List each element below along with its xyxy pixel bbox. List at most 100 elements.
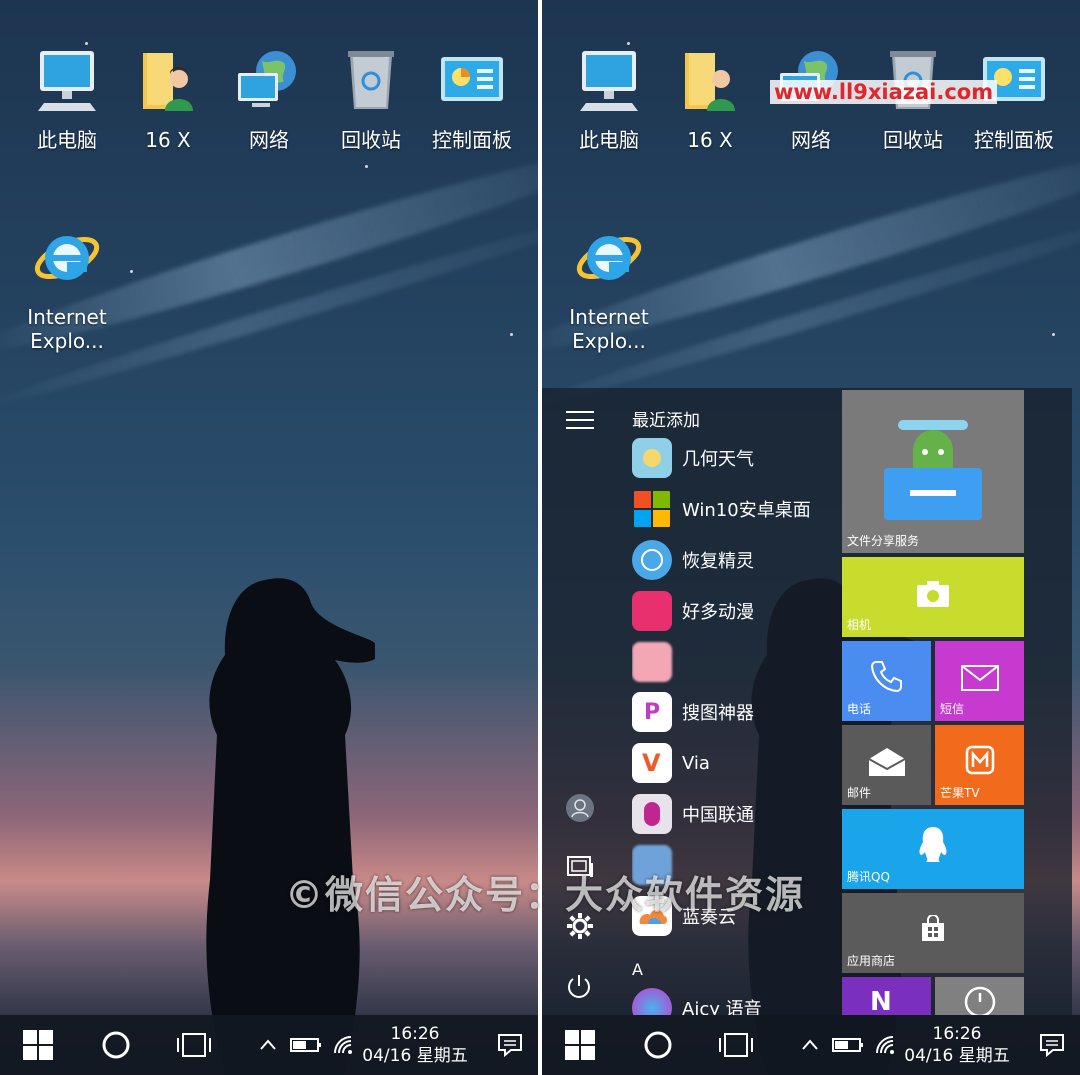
weather-app-icon xyxy=(632,438,672,478)
app-item-image-search[interactable]: P 搜图神器 xyxy=(632,690,754,734)
app-item-haoduo-anime[interactable]: 好多动漫 xyxy=(632,589,754,633)
tile-label: 应用商店 xyxy=(847,954,896,968)
desktop-icon-label: 控制面板 xyxy=(974,128,1054,152)
desktop-icon-internet-explorer[interactable]: Internet Explo... xyxy=(17,222,117,353)
via-browser-icon: V xyxy=(632,743,672,783)
desktop-icon-user-folder[interactable]: 16 X xyxy=(118,45,218,152)
desktop-icon-internet-explorer[interactable]: Internet Explo... xyxy=(559,222,659,353)
camera-icon xyxy=(917,581,949,607)
cortana-button[interactable] xyxy=(636,1015,680,1075)
action-center-button[interactable] xyxy=(490,1015,530,1075)
star xyxy=(510,333,513,336)
task-view-button[interactable] xyxy=(172,1015,216,1075)
taskbar: 16:26 04/16 星期五 xyxy=(542,1015,1080,1075)
app-item-label: 好多动漫 xyxy=(682,602,754,623)
windows-logo-icon xyxy=(23,1030,53,1060)
tile-file-share[interactable]: 文件分享服务 xyxy=(842,390,1024,553)
chevron-up-icon xyxy=(260,1039,276,1050)
hamburger-icon xyxy=(566,411,594,429)
hamburger-menu-button[interactable] xyxy=(566,410,594,434)
desktop-icon-label: 回收站 xyxy=(883,128,943,152)
app-item-blurred[interactable] xyxy=(632,640,682,684)
desktop-icon-label: 16 X xyxy=(145,128,191,152)
wifi-indicator[interactable] xyxy=(872,1015,898,1075)
user-folder-icon xyxy=(143,53,193,111)
battery-icon xyxy=(832,1038,863,1052)
phone-icon xyxy=(870,661,902,693)
tile-onenote[interactable]: N xyxy=(842,977,931,1015)
desktop-icon-recycle-bin[interactable]: 回收站 xyxy=(321,45,421,152)
wifi-icon xyxy=(876,1036,894,1054)
task-view-icon xyxy=(177,1033,211,1057)
envelope-icon xyxy=(961,665,999,691)
app-item-recovery[interactable]: 恢复精灵 xyxy=(632,538,754,582)
taskbar-clock[interactable]: 16:26 04/16 星期五 xyxy=(902,1023,1012,1067)
start-app-list: 最近添加 几何天气 Win10安卓桌面 恢复精灵 好多动漫 P 搜图神器 V V… xyxy=(632,388,837,1015)
tile-qq[interactable]: 腾讯QQ xyxy=(842,809,1024,889)
network-icon xyxy=(238,51,296,107)
recycle-bin-icon xyxy=(348,51,394,109)
app-item-label: Aicy 语音 xyxy=(682,999,762,1015)
tile-label: 电话 xyxy=(847,702,872,716)
tile-app-store[interactable]: 应用商店 xyxy=(842,893,1024,973)
start-button[interactable] xyxy=(16,1015,60,1075)
tray-expand-button[interactable] xyxy=(798,1015,822,1075)
girl-silhouette xyxy=(206,578,375,1075)
tile-camera[interactable]: 相机 xyxy=(842,557,1024,637)
battery-indicator[interactable] xyxy=(830,1015,866,1075)
app-item-label: 恢复精灵 xyxy=(682,551,754,572)
battery-indicator[interactable] xyxy=(288,1015,324,1075)
taskbar-clock[interactable]: 16:26 04/16 星期五 xyxy=(360,1023,470,1067)
section-header-a: A xyxy=(632,960,643,979)
star xyxy=(365,165,368,168)
desktop-icon-this-pc[interactable]: 此电脑 xyxy=(559,45,659,152)
wifi-icon xyxy=(334,1036,352,1054)
task-view-icon xyxy=(719,1033,753,1057)
app-item-win10-launcher[interactable]: Win10安卓桌面 xyxy=(632,487,811,531)
power-button[interactable] xyxy=(566,973,592,1003)
desktop-icon-label: 回收站 xyxy=(341,128,401,152)
app-item-via[interactable]: V Via xyxy=(632,741,710,785)
star xyxy=(130,270,133,273)
clock-date: 04/16 星期五 xyxy=(904,1046,1010,1066)
cortana-button[interactable] xyxy=(94,1015,138,1075)
desktop-icon-control-panel[interactable]: 控制面板 xyxy=(422,45,522,152)
notification-icon xyxy=(498,1034,522,1057)
desktop-icon-label: 网络 xyxy=(791,128,831,152)
tile-mail[interactable]: 邮件 xyxy=(842,725,931,805)
tile-label: 短信 xyxy=(940,702,965,716)
wechat-watermark: ©微信公众号：大众软件资源 xyxy=(285,873,806,917)
site-watermark: www.ll9xiazai.com xyxy=(770,80,998,104)
tile-phone[interactable]: 电话 xyxy=(842,641,931,721)
wifi-indicator[interactable] xyxy=(330,1015,356,1075)
tile-messages[interactable]: 短信 xyxy=(935,641,1024,721)
tile-label: 芒果TV xyxy=(940,786,980,800)
start-tiles: 文件分享服务 相机 电话 短信 邮件 芒果TV 腾讯QQ 应用商店 N xyxy=(842,388,1072,1015)
app-item-china-unicom[interactable]: 中国联通 xyxy=(632,792,754,836)
tray-expand-button[interactable] xyxy=(256,1015,280,1075)
app-item-geometric-weather[interactable]: 几何天气 xyxy=(632,436,754,480)
clock-time: 16:26 xyxy=(390,1024,440,1044)
tile-clock[interactable] xyxy=(935,977,1024,1015)
task-view-button[interactable] xyxy=(714,1015,758,1075)
app-item-label: Win10安卓桌面 xyxy=(682,500,811,521)
windows-logo-icon xyxy=(565,1030,595,1060)
clock-icon xyxy=(964,986,996,1015)
star xyxy=(1052,333,1055,336)
recovery-app-icon xyxy=(632,540,672,580)
clock-date: 04/16 星期五 xyxy=(362,1046,468,1066)
tile-mango-tv[interactable]: 芒果TV xyxy=(935,725,1024,805)
desktop-icon-label: 控制面板 xyxy=(432,128,512,152)
desktop-icon-user-folder[interactable]: 16 X xyxy=(660,45,760,152)
desktop-icon-this-pc[interactable]: 此电脑 xyxy=(17,45,117,152)
start-button[interactable] xyxy=(558,1015,602,1075)
start-menu-rail xyxy=(542,388,618,1015)
control-panel-icon xyxy=(441,57,503,101)
this-pc-icon xyxy=(580,51,638,111)
desktop-icon-network[interactable]: 网络 xyxy=(219,45,319,152)
app-item-aicy-voice[interactable]: Aicy 语音 xyxy=(632,986,762,1015)
action-center-button[interactable] xyxy=(1032,1015,1072,1075)
user-account-button[interactable] xyxy=(565,793,595,827)
start-menu: 最近添加 几何天气 Win10安卓桌面 恢复精灵 好多动漫 P 搜图神器 V V… xyxy=(542,388,1072,1015)
anime-app-icon xyxy=(632,591,672,631)
